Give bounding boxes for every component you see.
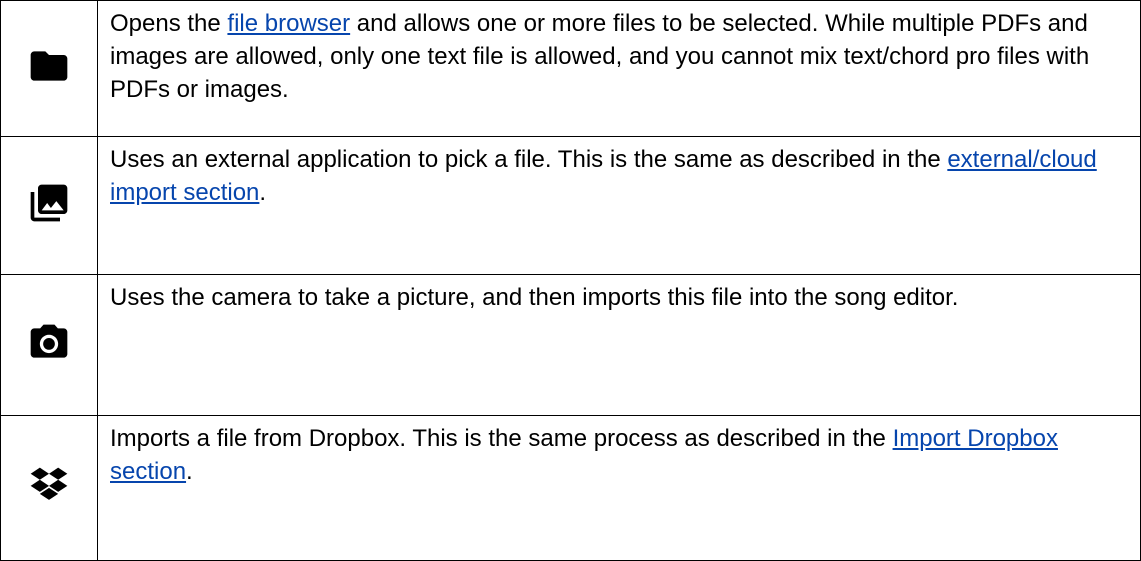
folder-icon (27, 44, 71, 88)
file-browser-link[interactable]: file browser (227, 10, 350, 37)
photo-library-icon (27, 181, 71, 225)
description-text: Imports a file from Dropbox. This is the… (110, 425, 893, 452)
table-row: Opens the file browser and allows one or… (0, 0, 1141, 137)
description-cell: Uses an external application to pick a f… (97, 136, 1141, 275)
camera-icon (27, 321, 71, 365)
description-text: Uses an external application to pick a f… (110, 146, 948, 173)
dropbox-icon (27, 464, 71, 508)
description-text: . (186, 458, 193, 485)
table-row: Uses an external application to pick a f… (0, 136, 1141, 275)
description-text: . (259, 179, 267, 206)
description-cell: Uses the camera to take a picture, and t… (97, 274, 1141, 416)
description-text: Uses the camera to take a picture, and t… (110, 284, 959, 311)
icon-cell (0, 0, 98, 137)
description-text: Opens the (110, 10, 228, 37)
icon-cell (0, 274, 98, 416)
table-row: Uses the camera to take a picture, and t… (0, 274, 1141, 416)
import-options-table: Opens the file browser and allows one or… (0, 0, 1141, 561)
description-cell: Opens the file browser and allows one or… (97, 0, 1141, 137)
icon-cell (0, 136, 98, 275)
